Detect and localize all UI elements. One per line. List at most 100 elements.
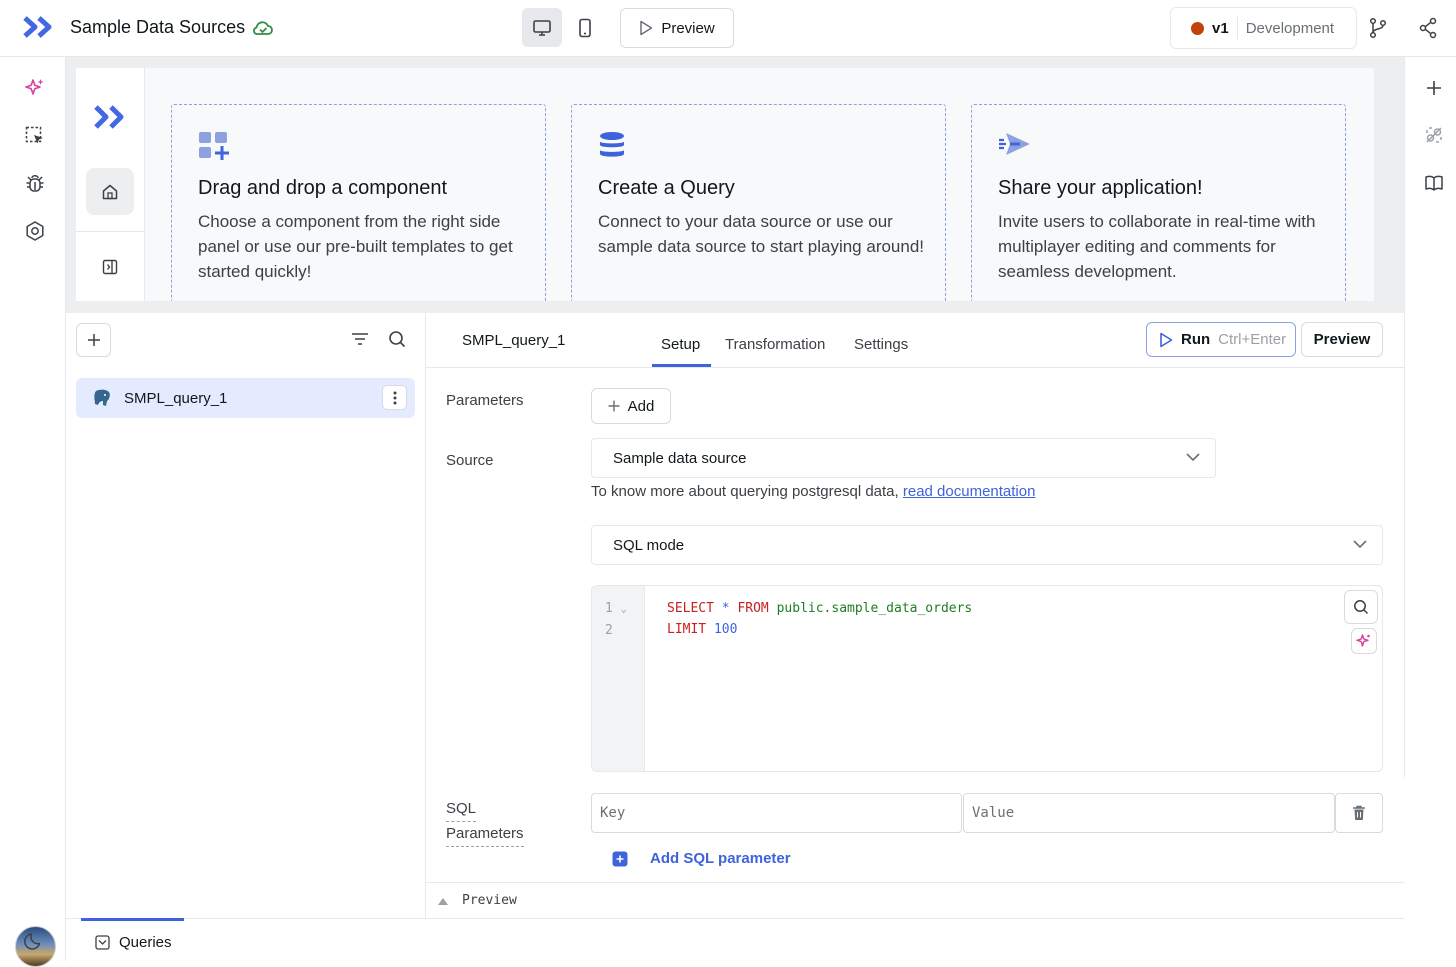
mobile-view-button[interactable]	[565, 8, 605, 47]
divider	[76, 231, 145, 232]
source-select[interactable]: Sample data source	[591, 438, 1216, 478]
environment-status-dot	[1191, 21, 1204, 35]
play-icon	[1160, 332, 1173, 347]
preview-app-button[interactable]: Preview	[620, 8, 734, 48]
line-number: 1	[605, 601, 613, 616]
preview-panel-toggle[interactable]: Preview	[426, 882, 1404, 918]
card-description: Connect to your data source or use our s…	[598, 212, 925, 256]
keyword: FROM	[737, 601, 769, 616]
tab-transformation[interactable]: Transformation	[725, 336, 825, 353]
query-name-title[interactable]: SMPL_query_1	[462, 332, 565, 349]
operator: *	[721, 601, 730, 616]
send-icon	[998, 131, 1032, 157]
saved-cloud-icon	[252, 18, 274, 38]
onboarding-card-share: Share your application! Invite users to …	[971, 104, 1346, 301]
debugger-bug-icon[interactable]	[24, 172, 46, 194]
sql-code-editor[interactable]: 1 ⌄ 2 SELECT * FROM public.sample_data_o…	[591, 585, 1383, 772]
settings-gear-icon[interactable]	[24, 220, 46, 242]
query-list-panel: SMPL_query_1	[66, 313, 426, 918]
top-bar: Sample Data Sources Preview v1 Developme…	[0, 0, 1456, 57]
ai-sparkle-icon	[1356, 634, 1370, 647]
run-shortcut: Ctrl+Enter	[1218, 331, 1287, 348]
collapse-sidebar-icon[interactable]	[102, 259, 118, 275]
sql-param-value-input[interactable]: Value	[963, 793, 1335, 833]
page-settings-icon[interactable]	[1424, 125, 1444, 145]
add-parameter-button[interactable]: Add	[591, 388, 671, 424]
sql-mode-value: SQL mode	[613, 536, 685, 554]
preview-query-button[interactable]: Preview	[1301, 322, 1383, 357]
ai-sparkle-icon[interactable]	[24, 77, 46, 99]
queries-tab-label: Queries	[119, 934, 172, 951]
documentation-book-icon[interactable]	[1424, 173, 1444, 193]
home-page-button[interactable]	[86, 168, 134, 215]
grid-plus-icon	[198, 131, 232, 163]
preview-panel-label: Preview	[462, 893, 517, 908]
number: 100	[713, 622, 738, 637]
sql-mode-select[interactable]: SQL mode	[591, 525, 1383, 565]
database-icon	[598, 131, 626, 161]
canvas-area: Drag and drop a component Choose a compo…	[66, 57, 1404, 313]
queries-icon	[95, 935, 110, 950]
home-icon	[102, 184, 118, 199]
mobile-icon	[579, 18, 591, 37]
help-text: To know more about querying postgresql d…	[591, 483, 899, 500]
git-branch-icon[interactable]	[1368, 17, 1388, 39]
share-icon[interactable]	[1418, 17, 1438, 39]
filter-icon[interactable]	[351, 332, 369, 346]
card-title: Create a Query	[598, 177, 735, 199]
app-canvas[interactable]: Drag and drop a component Choose a compo…	[76, 68, 1374, 301]
card-description: Choose a component from the right side p…	[198, 212, 513, 281]
postgres-elephant-icon	[94, 389, 110, 406]
read-documentation-link[interactable]: read documentation	[903, 483, 1036, 500]
queries-tab[interactable]: Queries	[95, 934, 172, 951]
tab-setup[interactable]: Setup	[661, 336, 700, 353]
sql-param-key-input[interactable]: Key	[591, 793, 962, 833]
app-title[interactable]: Sample Data Sources	[70, 17, 245, 38]
code-lines[interactable]: SELECT * FROM public.sample_data_orders L…	[667, 598, 972, 640]
play-icon	[640, 20, 653, 36]
desktop-view-button[interactable]	[522, 8, 562, 47]
documentation-help-text: To know more about querying postgresql d…	[591, 483, 1035, 500]
left-sidebar	[0, 57, 66, 967]
code-search-button[interactable]	[1344, 590, 1378, 624]
table-identifier: public.sample_data_orders	[776, 601, 973, 616]
run-query-button[interactable]: Run Ctrl+Enter	[1146, 322, 1296, 357]
query-options-button[interactable]	[382, 385, 407, 410]
tooljet-logo-icon[interactable]	[22, 15, 54, 39]
divider	[1236, 17, 1238, 39]
card-title: Drag and drop a component	[198, 177, 448, 199]
dark-mode-moon-icon[interactable]	[24, 931, 44, 951]
plus-icon	[608, 400, 620, 412]
keyword: LIMIT	[667, 622, 707, 637]
bottom-bar: Queries	[66, 918, 1404, 961]
onboarding-card-drag-drop: Drag and drop a component Choose a compo…	[171, 104, 546, 301]
line-number: 2	[605, 623, 613, 638]
code-line: LIMIT 100	[667, 619, 972, 640]
environment-selector[interactable]: v1 Development	[1170, 7, 1357, 49]
search-icon	[1354, 600, 1369, 615]
preview-app-label: Preview	[661, 19, 715, 37]
run-label: Run	[1181, 331, 1211, 348]
tab-settings[interactable]: Settings	[854, 336, 908, 353]
ai-assist-button[interactable]	[1351, 628, 1377, 654]
card-description: Invite users to collaborate in real-time…	[998, 212, 1316, 281]
add-query-button[interactable]	[76, 323, 111, 357]
query-name: SMPL_query_1	[124, 389, 228, 407]
source-value: Sample data source	[613, 449, 747, 467]
delete-param-button[interactable]	[1335, 793, 1383, 833]
add-sql-parameter-button[interactable]: Add SQL parameter	[612, 850, 791, 867]
active-tab-indicator	[81, 918, 184, 921]
version-label: v1	[1212, 19, 1229, 37]
page-sidebar	[76, 68, 145, 301]
inspector-select-icon[interactable]	[24, 125, 46, 147]
sql-parameters-label-line1: SQL	[446, 797, 477, 822]
query-list-item[interactable]: SMPL_query_1	[76, 378, 415, 418]
search-icon[interactable]	[388, 330, 406, 348]
sql-parameters-label-line2: Parameters	[446, 822, 524, 847]
keyword: SELECT	[667, 601, 714, 616]
active-tab-indicator	[652, 364, 711, 367]
app-logo-icon	[92, 104, 128, 130]
parameters-label: Parameters	[446, 392, 524, 409]
fold-chevron-icon[interactable]: ⌄	[621, 604, 627, 615]
add-component-plus-icon[interactable]	[1425, 79, 1443, 97]
